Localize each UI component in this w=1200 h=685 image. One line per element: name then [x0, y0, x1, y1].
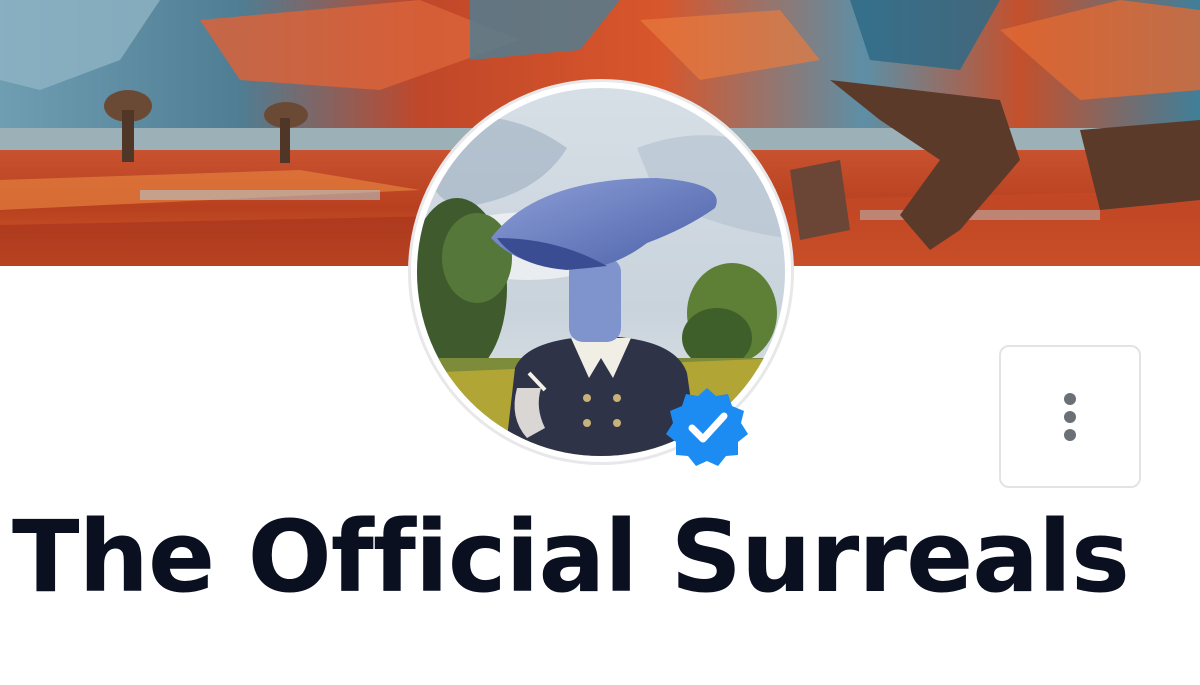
more-options-button[interactable]: [999, 345, 1141, 488]
verified-check-badge-icon: [664, 384, 750, 470]
profile-page: The Official Surreals: [0, 0, 1200, 685]
more-vertical-dots-icon: [1064, 392, 1076, 441]
profile-name: The Official Surreals: [12, 500, 1130, 615]
